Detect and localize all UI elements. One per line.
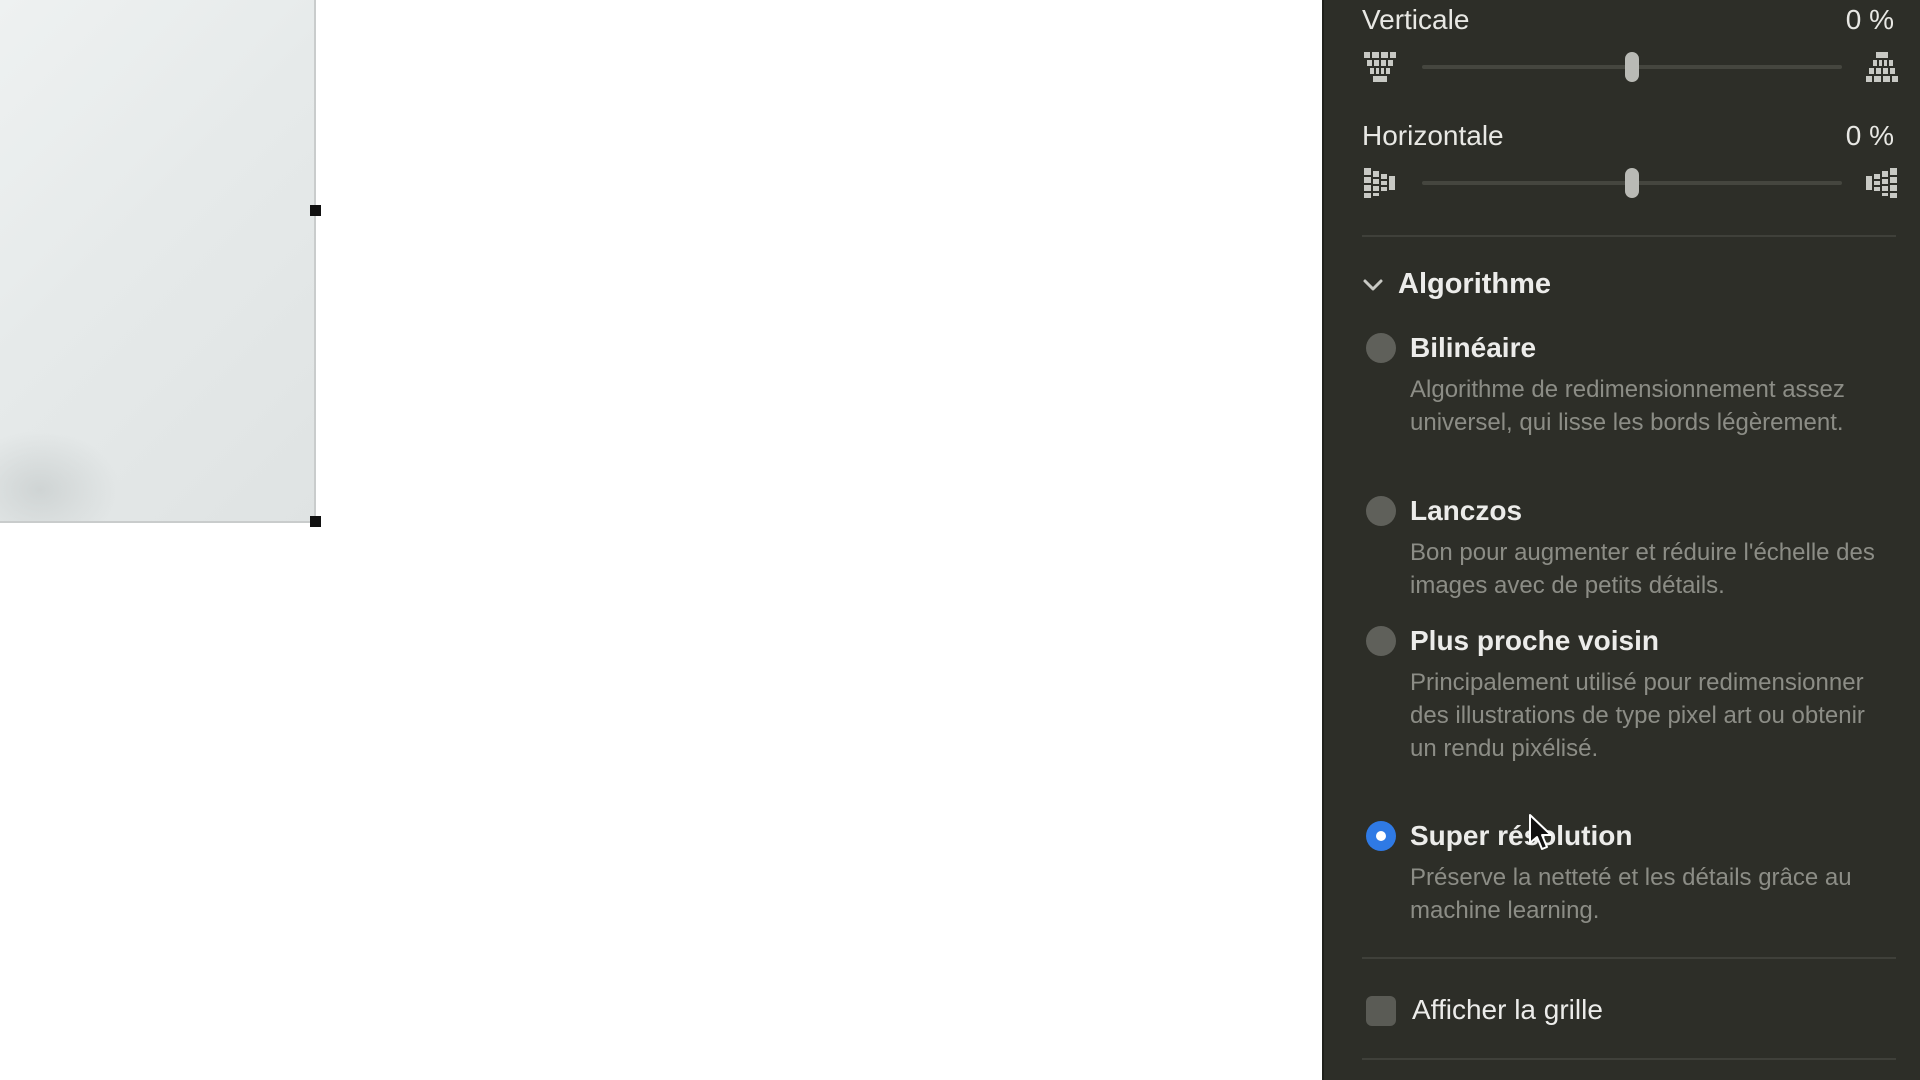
chevron-down-icon[interactable] [1362, 275, 1384, 295]
vertical-perspective-wide-icon[interactable] [1864, 50, 1900, 84]
vertical-perspective-narrow-icon[interactable] [1362, 50, 1398, 84]
option-super-resolution-label[interactable]: Super résolution [1410, 820, 1632, 852]
radio-nearest-neighbor[interactable] [1366, 626, 1396, 656]
option-super-resolution-description: Préserve la netteté et les détails grâce… [1410, 864, 1852, 924]
algorithm-section-title[interactable]: Algorithme [1398, 268, 1551, 301]
horizontal-perspective-wide-icon[interactable] [1864, 166, 1900, 200]
option-bilinear-description: Algorithme de redimensionnement assez un… [1410, 376, 1845, 436]
option-lanczos-description: Bon pour augmenter et réduire l'échelle … [1410, 539, 1875, 599]
inspector-panel: Verticale 0 % Horizontale 0 % Algorithme… [1322, 0, 1920, 1080]
divider [1362, 235, 1896, 237]
horizontal-value: 0 % [1845, 120, 1894, 151]
show-grid-label[interactable]: Afficher la grille [1412, 994, 1603, 1026]
option-nearest-neighbor-description: Principalement utilisé pour redimensionn… [1410, 669, 1865, 762]
divider [1362, 1058, 1896, 1060]
horizontal-perspective-narrow-icon[interactable] [1362, 166, 1398, 200]
resize-handle-right[interactable] [310, 205, 321, 216]
horizontal-slider-thumb[interactable] [1625, 168, 1639, 198]
canvas-area[interactable] [0, 0, 1322, 1080]
selected-image[interactable] [0, 0, 316, 523]
show-grid-checkbox[interactable] [1366, 996, 1396, 1026]
radio-lanczos[interactable] [1366, 496, 1396, 526]
radio-bilinear[interactable] [1366, 333, 1396, 363]
resize-handle-bottom-right[interactable] [310, 516, 321, 527]
option-bilinear-label[interactable]: Bilinéaire [1410, 332, 1536, 364]
image-shading [0, 430, 120, 521]
vertical-slider-thumb[interactable] [1625, 52, 1639, 82]
mouse-cursor-icon [1529, 814, 1552, 850]
divider [1362, 957, 1896, 959]
horizontal-label: Horizontale [1362, 120, 1504, 151]
vertical-value: 0 % [1845, 4, 1894, 35]
option-nearest-neighbor-label[interactable]: Plus proche voisin [1410, 625, 1659, 657]
vertical-label: Verticale [1362, 4, 1470, 35]
radio-super-resolution[interactable] [1366, 821, 1396, 851]
option-lanczos-label[interactable]: Lanczos [1410, 495, 1522, 527]
